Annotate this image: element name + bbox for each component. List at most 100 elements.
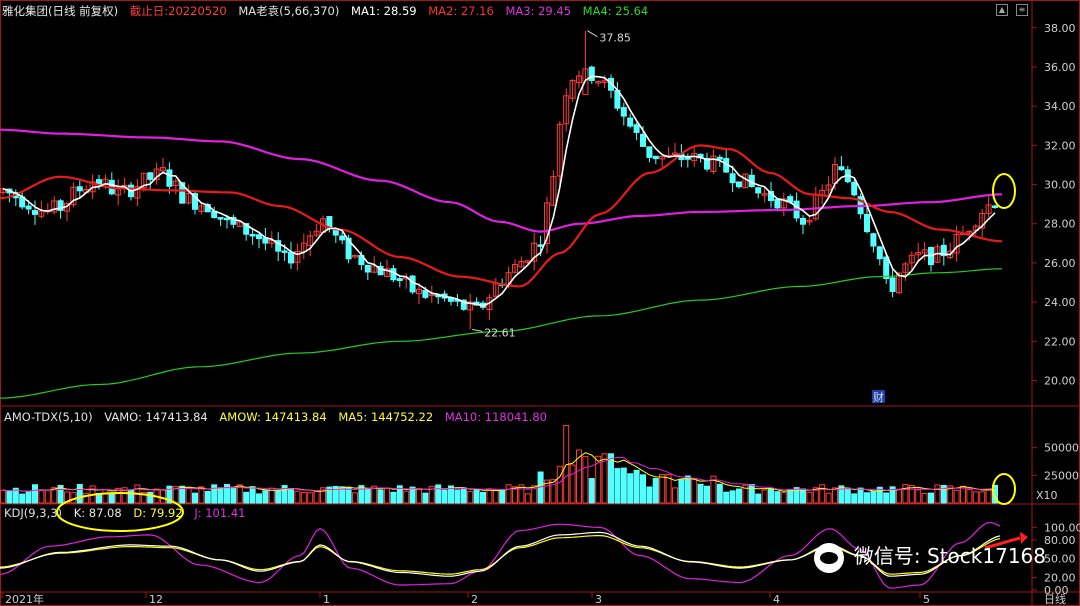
- highlight-oval-kdj: [56, 492, 184, 532]
- volume-bar: [19, 493, 26, 504]
- volume-bar: [582, 456, 589, 504]
- volume-bar: [0, 489, 6, 504]
- volume-bar: [780, 492, 787, 504]
- price-tick-label: 26.00: [1044, 257, 1076, 270]
- low-pointer: [472, 328, 483, 332]
- volume-bar: [256, 493, 262, 504]
- volume-tick-label: 25000: [1044, 469, 1079, 482]
- highlight-oval-price: [992, 173, 1016, 209]
- volume-bar: [243, 491, 250, 504]
- candle-body: [224, 217, 230, 221]
- wechat-watermark: 微信号: Stock17168: [813, 540, 1046, 573]
- candle-body: [876, 246, 883, 260]
- date-tick-label: 3: [595, 593, 602, 606]
- volume-bar: [768, 488, 774, 504]
- ma1-line: [2, 75, 996, 307]
- candle-body: [838, 166, 845, 171]
- volume-unit-label: X10: [1036, 489, 1058, 502]
- volume-bar: [403, 490, 410, 504]
- volume-bar: [416, 488, 422, 504]
- volume-bar: [460, 487, 467, 504]
- volume-bar: [915, 489, 922, 504]
- date-tick-label: 4: [773, 593, 780, 606]
- volume-bar: [294, 490, 301, 504]
- settings-icon[interactable]: ≡: [1016, 4, 1028, 16]
- volume-bar: [736, 488, 742, 504]
- stock-chart[interactable]: 38.00 36.00 34.00 32.00 30.00 28.00 26.00 24.00…: [0, 0, 1080, 606]
- candle-body: [422, 289, 429, 298]
- volume-ma5-line: [2, 452, 996, 492]
- candle-body: [870, 233, 877, 247]
- price-tick-label: 36.00: [1044, 61, 1076, 74]
- high-price-label: 37.85: [599, 32, 631, 45]
- volume-bar: [934, 484, 941, 504]
- candle-body: [684, 157, 691, 160]
- ma2-line: [0, 144, 1003, 288]
- volume-bar: [32, 484, 38, 504]
- volume-bar: [185, 486, 192, 504]
- volume-bar: [128, 489, 134, 504]
- price-tick-label: 30.00: [1044, 179, 1076, 192]
- kdj-tick-label: 20.00: [1044, 571, 1076, 584]
- volume-bar: [748, 484, 755, 504]
- volume-bar: [684, 475, 691, 504]
- candle-body: [864, 214, 870, 233]
- candle-body: [620, 107, 627, 117]
- candle-body: [652, 155, 659, 160]
- volume-bar: [550, 479, 557, 504]
- volume-bar: [300, 492, 307, 504]
- volume-bar: [249, 486, 256, 504]
- candle-body: [256, 234, 262, 240]
- volume-bar: [960, 485, 966, 504]
- date-tick-label: 12: [149, 593, 163, 606]
- volume-bar: [979, 491, 986, 504]
- candle-body: [755, 187, 762, 194]
- volume-bar: [524, 493, 531, 504]
- volume-bar: [486, 488, 493, 504]
- volume-bar: [492, 489, 499, 504]
- zoom-in-icon[interactable]: ▲: [996, 4, 1008, 16]
- volume-bar: [6, 490, 13, 504]
- candle-body: [646, 146, 653, 158]
- volume-bar: [652, 477, 659, 504]
- volume-bar: [633, 469, 640, 504]
- volume-bar: [972, 491, 979, 504]
- low-price-label: 22.61: [484, 326, 516, 339]
- volume-bar: [902, 484, 909, 504]
- candle-body: [729, 173, 736, 184]
- price-tick-label: 20.00: [1044, 374, 1076, 387]
- volume-bar: [832, 487, 838, 504]
- candle-body: [588, 66, 595, 81]
- volume-bar: [147, 491, 154, 504]
- volume-bar: [953, 489, 960, 504]
- volume-bar: [851, 493, 858, 504]
- volume-bar: [108, 492, 115, 504]
- volume-bar: [352, 492, 358, 504]
- volume-bar: [499, 488, 506, 504]
- volume-bar: [825, 492, 832, 504]
- volume-tick-label: 50000: [1044, 442, 1079, 455]
- volume-bar: [716, 483, 723, 504]
- price-tick-label: 24.00: [1044, 296, 1076, 309]
- candle-body: [249, 234, 256, 237]
- volume-bar: [217, 487, 224, 504]
- price-tick-label: 22.00: [1044, 335, 1076, 348]
- volume-bar: [454, 489, 461, 504]
- volume-bar: [288, 487, 294, 504]
- period-label: 日线: [1044, 592, 1066, 606]
- kdj-tick-label: 80.00: [1044, 534, 1076, 547]
- volume-ma10-line: [2, 456, 996, 492]
- date-tick-label: 1: [323, 593, 330, 606]
- volume-bar: [787, 488, 794, 504]
- date-tick-label: 2: [471, 593, 478, 606]
- candle-body: [627, 117, 634, 127]
- volume-bar: [588, 478, 595, 504]
- volume-bar: [377, 489, 384, 504]
- date-tick-label: 2021年: [5, 592, 44, 606]
- volume-bar: [620, 467, 627, 504]
- candle-body: [147, 172, 154, 180]
- volume-bar: [704, 485, 710, 504]
- volume-bar: [864, 492, 870, 504]
- volume-bar: [723, 491, 730, 504]
- candle-body: [736, 181, 742, 188]
